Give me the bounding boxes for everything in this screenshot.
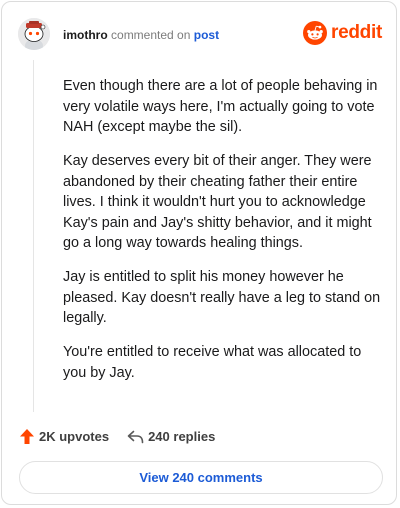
comment-paragraph: Jay is entitled to split his money howev… [63,269,381,326]
comment-body: Even though there are a lot of people be… [63,76,381,397]
thread-line [33,60,34,412]
comment-actions: 2K upvotes 240 replies [19,428,215,445]
reply-count: 240 replies [148,429,216,444]
comment-paragraph: You're entitled to receive what was allo… [63,344,362,381]
reddit-logo-icon [303,21,328,45]
reddit-brand[interactable]: reddit [303,21,382,45]
upvote-arrow-icon [20,429,34,444]
comment-card: imothro commented on post reddit Even th… [1,1,397,505]
view-comments-button[interactable]: View 240 comments [19,461,383,494]
snoo-avatar-icon [18,18,50,50]
post-link[interactable]: post [194,28,219,42]
comment-paragraph: Kay deserves every bit of their anger. T… [63,153,372,251]
reddit-wordmark: reddit [331,22,382,43]
username-link[interactable]: imothro [63,28,108,42]
action-text: commented on [111,28,191,42]
comment-paragraph: Even though there are a lot of people be… [63,78,378,135]
comment-header: imothro commented on post [63,27,219,43]
reply-arrow-icon [127,430,144,443]
avatar[interactable] [18,18,50,50]
replies-button[interactable]: 240 replies [127,429,215,444]
upvote-count: 2K upvotes [39,429,110,444]
upvote-button[interactable]: 2K upvotes [19,428,109,445]
